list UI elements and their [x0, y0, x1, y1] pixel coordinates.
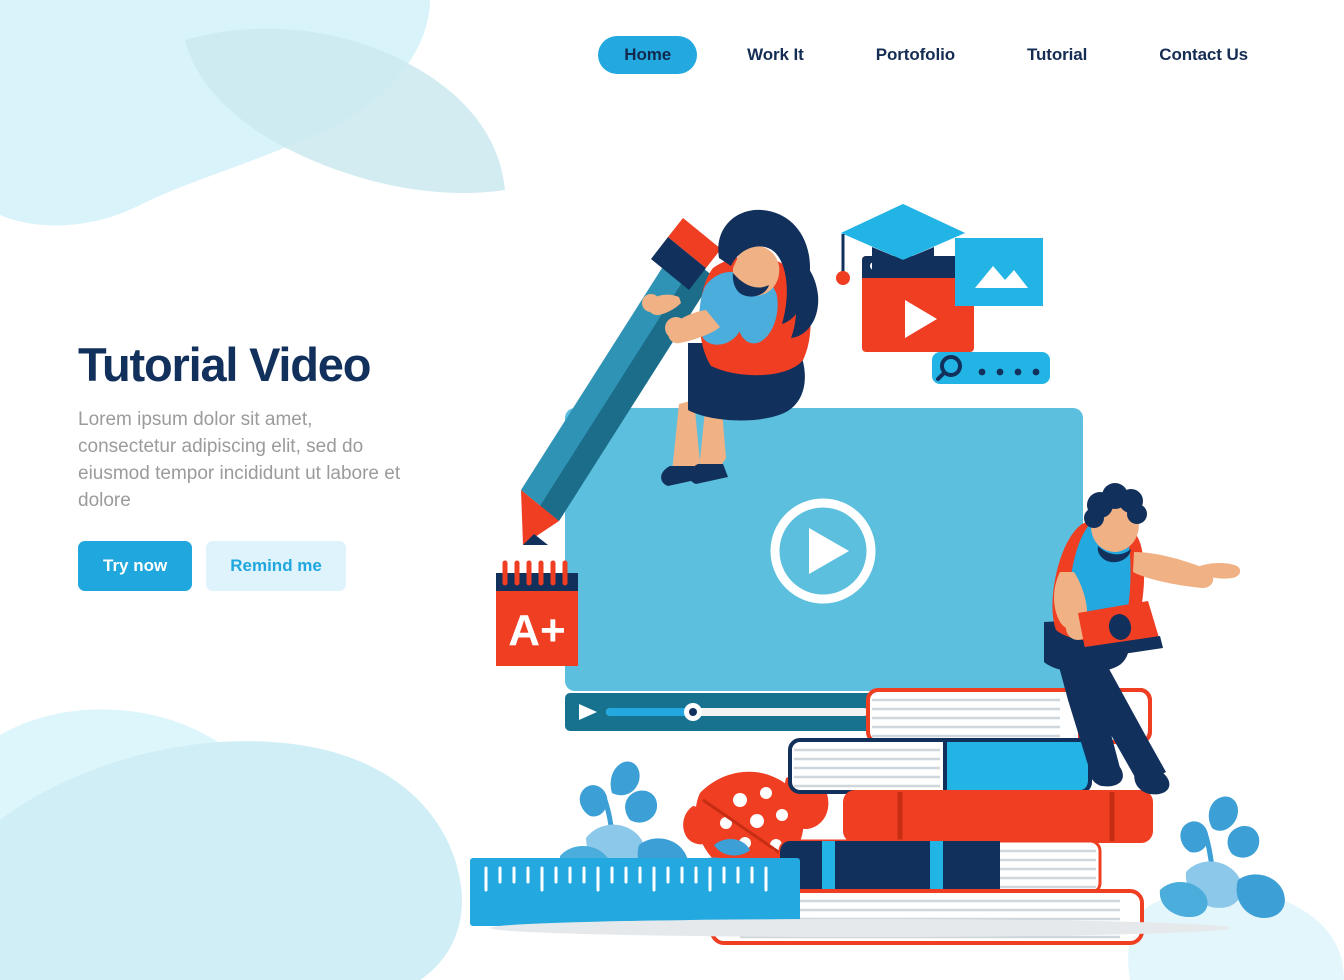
nav-item-home[interactable]: Home [598, 36, 698, 74]
graduation-cap-icon [836, 204, 965, 285]
search-icon [932, 352, 1050, 384]
progress-scrubber [684, 703, 702, 721]
hero-section: Tutorial Video Lorem ipsum dolor sit ame… [78, 338, 498, 592]
page-title: Tutorial Video [78, 338, 371, 391]
notepad-grade-text: A+ [508, 606, 565, 655]
progress-track [606, 708, 868, 716]
progress-fill [606, 708, 695, 716]
book-blue [788, 738, 1092, 794]
blob-bottom-left-large [0, 741, 462, 980]
nav-item-portofolio[interactable]: Portofolio [854, 36, 977, 74]
blob-bottom-right [1128, 888, 1344, 980]
monstera-leaf [683, 771, 829, 875]
notepad-grade: A+ [496, 560, 578, 666]
top-navigation: Home Work It Portofolio Tutorial Contact… [0, 0, 1344, 110]
ruler [470, 858, 800, 926]
blob-bottom-left-small [0, 709, 290, 980]
woman-with-pencil [642, 209, 819, 486]
book-navy [778, 839, 1102, 895]
nav-item-tutorial[interactable]: Tutorial [1005, 36, 1109, 74]
nav-item-contact-us[interactable]: Contact Us [1137, 36, 1270, 74]
plant-decoration-right [1159, 796, 1285, 918]
nav-list: Home Work It Portofolio Tutorial Contact… [584, 36, 1284, 74]
browser-play-icon [862, 256, 974, 352]
video-screen [565, 408, 1083, 691]
man-with-laptop [1044, 483, 1241, 795]
ground-shadow [490, 919, 1230, 937]
landing-page: Home Work It Portofolio Tutorial Contact… [0, 0, 1344, 980]
video-control-bar [565, 693, 880, 731]
play-circle-icon [770, 498, 876, 604]
plant-decoration-left [560, 761, 689, 885]
nav-item-work-it[interactable]: Work It [725, 36, 826, 74]
remind-me-button[interactable]: Remind me [206, 541, 346, 592]
image-placeholder-icon [955, 238, 1043, 306]
play-triangle-icon [579, 704, 597, 720]
laptop [1078, 601, 1160, 654]
video-player [565, 408, 1083, 731]
hero-description: Lorem ipsum dolor sit amet, consectetur … [78, 409, 401, 512]
book-red [843, 790, 1153, 843]
book-bottom-white [710, 889, 1144, 945]
pencil-illustration [521, 218, 721, 545]
try-now-button[interactable]: Try now [78, 541, 193, 592]
books-stack [710, 688, 1153, 945]
book-top-white [866, 688, 1152, 744]
hero-actions: Try now Remind me [78, 541, 498, 592]
